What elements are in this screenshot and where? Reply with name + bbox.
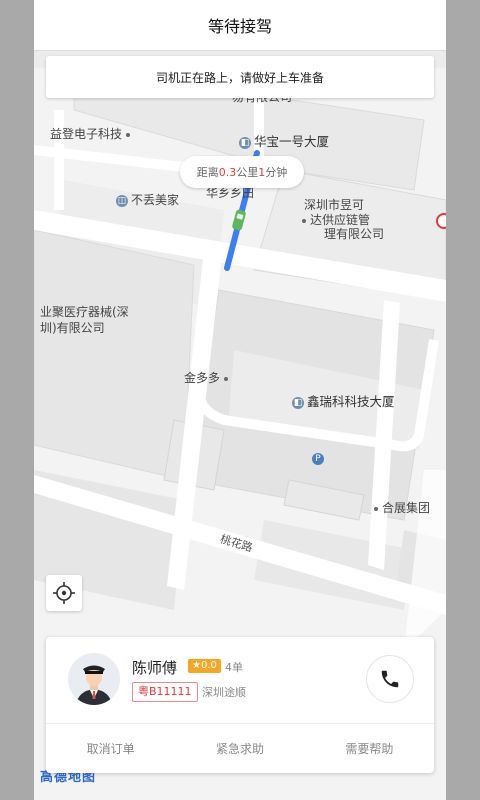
driver-name: 陈师傅: [132, 659, 178, 677]
cancel-order-button[interactable]: 取消订单: [46, 724, 175, 773]
poi-label: 圳)有限公司: [40, 321, 105, 335]
locate-button[interactable]: [46, 575, 82, 611]
crosshair-icon: [53, 582, 75, 604]
distance-bubble: 距离 0.3 公里 1 分钟: [180, 156, 304, 188]
distance-min-unit: 分钟: [265, 166, 288, 179]
need-help-button[interactable]: 需要帮助: [305, 724, 434, 773]
action-bar: 取消订单 紧急求助 需要帮助: [46, 724, 434, 773]
status-banner: 司机正在路上，请做好上车准备: [46, 56, 434, 98]
avatar: [68, 653, 120, 705]
poi-label: 深圳市昱可: [304, 198, 365, 212]
emergency-help-button[interactable]: 紧急求助: [175, 724, 304, 773]
parking-icon: P: [312, 450, 327, 466]
driver-avatar-icon: [68, 653, 120, 705]
distance-minutes: 1: [258, 165, 266, 179]
app-screen: 等待接驾 益登电子科技 ◧ 华宝一号大厦 华乡乡田 ◫ 不丢美家 深圳市昱可 达…: [34, 0, 446, 800]
rating-badge: ★0.0: [188, 659, 221, 673]
company-name: 深圳途顺: [202, 686, 246, 699]
license-plate: 粤B11111: [132, 682, 198, 702]
poi-label: ◫ 不丢美家: [116, 193, 180, 207]
poi-label: 合展集团: [370, 500, 430, 516]
driver-card: 陈师傅 ★0.0 4单 粤B11111 深圳途顺 取消订单 紧急求助 需要帮助: [46, 637, 434, 773]
metro-icon: [436, 213, 446, 229]
poi-label: 理有限公司: [324, 227, 385, 241]
page-title: 等待接驾: [34, 0, 446, 50]
distance-prefix: 距离: [196, 166, 219, 179]
call-button[interactable]: [366, 655, 414, 703]
poi-label: 益登电子科技: [50, 126, 134, 142]
poi-label: ◧ 华宝一号大厦: [239, 134, 330, 149]
order-count: 4单: [225, 661, 243, 674]
phone-icon: [381, 670, 399, 688]
poi-label: 金多多: [184, 370, 232, 386]
distance-km: 0.3: [218, 165, 237, 179]
distance-km-unit: 公里: [236, 166, 259, 179]
building-icon: ◧: [239, 136, 251, 149]
poi-label: ◧ 鑫瑞科科技大厦: [292, 394, 395, 409]
shop-icon: ◫: [116, 194, 128, 207]
building-icon: ◧: [292, 396, 304, 409]
poi-label: 业聚医疗器械(深: [40, 305, 129, 319]
